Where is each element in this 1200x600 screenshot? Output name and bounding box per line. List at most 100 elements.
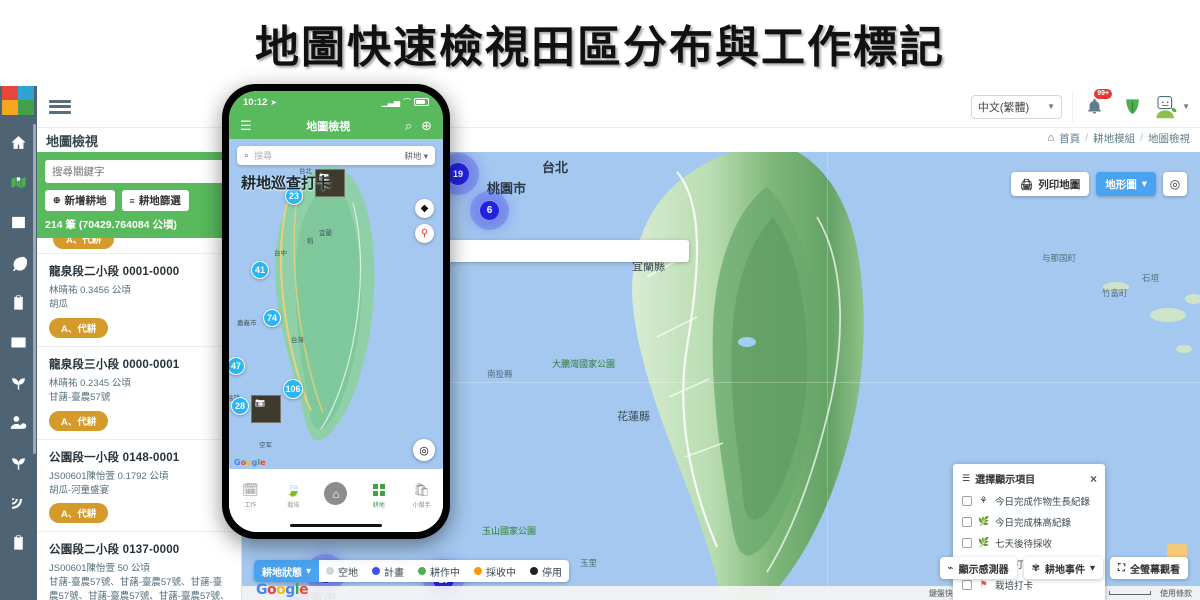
phone-map-label: 稻 — [307, 238, 314, 245]
phone-overlay-title: 耕地巡查打卡 — [241, 175, 332, 192]
land-list[interactable]: A、代耕 龍泉段二小段 0001-0000 林晴祐 0.3456 公頃 胡瓜 A… — [37, 238, 241, 600]
phone-search-placeholder: 搜尋 — [254, 151, 273, 161]
phone-locate-button[interactable]: ◎ — [413, 439, 435, 461]
breadcrumb-item-1[interactable]: 耕地模組 — [1093, 131, 1135, 146]
filter-land-button[interactable]: ≡ 耕地篩選 — [121, 190, 189, 211]
status-legend-item[interactable]: 空地 — [319, 564, 365, 579]
terms-link[interactable]: 使用條款 — [1160, 588, 1192, 599]
chevron-down-icon: ▼ — [1182, 102, 1190, 111]
sidebar-item-reports[interactable] — [0, 522, 37, 562]
land-list-panel: ⊕ 新增耕地 ≡ 耕地篩選 214 筆 (70429.764084 公頃) A、… — [37, 152, 242, 600]
land-status-label: 耕地狀態 — [262, 567, 302, 579]
list-item-partial[interactable]: A、代耕 — [37, 238, 241, 254]
status-dot — [372, 567, 381, 575]
phone-cluster-marker[interactable]: 47 — [229, 357, 245, 375]
land-title: 龍泉段二小段 0001-0000 — [49, 266, 180, 278]
legend-checkbox[interactable] — [962, 537, 972, 548]
land-status-button[interactable]: 耕地狀態 ▾ — [254, 560, 320, 582]
map-tools: 🖨 列印地圖 地形圖 ▾ ◎ — [1010, 172, 1187, 196]
sidebar-scrollbar[interactable] — [33, 124, 36, 454]
land-events-button[interactable]: ✾ 耕地事件 ▾ — [1023, 557, 1103, 579]
map-label: 玉里 — [580, 558, 598, 568]
legend-rows: ⚘今日完成作物生長紀錄🌿今日完成株高紀錄🌿七天後待採收◉耕地打卡⚑栽培打卡 — [962, 490, 1097, 595]
fullscreen-label: 全螢幕觀看 — [1130, 564, 1180, 576]
close-icon[interactable]: × — [1090, 473, 1097, 485]
sidebar-item-crop[interactable] — [0, 242, 37, 282]
map-label: 石垣 — [1142, 273, 1160, 283]
map-cluster-marker[interactable]: 6 — [479, 200, 500, 221]
sidebar-item-list[interactable] — [0, 202, 37, 242]
legend-row[interactable]: 🌿 七天後待採收 — [962, 532, 1097, 553]
notifications-button[interactable]: 99+ — [1072, 88, 1116, 122]
legend-checkbox[interactable] — [962, 579, 972, 590]
layers-icon: ☰ — [962, 473, 971, 483]
search-icon[interactable]: ⌕ — [405, 118, 412, 134]
language-value: 中文(繁體) — [977, 101, 1030, 114]
status-legend-item[interactable]: 停用 — [523, 564, 569, 579]
phone-tab-home[interactable]: ⌂ — [315, 482, 358, 508]
breadcrumb-item-0[interactable]: 首頁 — [1059, 131, 1080, 146]
legend-row[interactable]: ⚘ 今日完成作物生長紀錄 — [962, 490, 1097, 511]
sidebar-item-map[interactable] — [0, 162, 37, 202]
basemap-selector[interactable]: 地形圖 ▾ — [1096, 172, 1156, 196]
phone-layers-button[interactable]: ◆ — [415, 199, 434, 218]
sidebar-item-tasks[interactable] — [0, 282, 37, 322]
sidebar-item-seedling[interactable] — [0, 442, 37, 482]
sidebar-item-id-card[interactable] — [0, 322, 37, 362]
chevron-down-icon: ▾ — [306, 565, 312, 577]
land-owner: 林晴祐 0.3456 公頃 — [49, 285, 131, 296]
legend-checkbox[interactable] — [962, 495, 972, 506]
battery-icon — [414, 98, 429, 106]
sidebar-item-user-settings[interactable] — [0, 402, 37, 442]
hamburger-icon[interactable] — [37, 97, 83, 116]
phone-clock: 10:12 — [243, 96, 268, 108]
phone-cluster-marker[interactable]: 28 — [231, 397, 249, 415]
bell-icon — [1088, 98, 1101, 114]
land-owner: JS00601陳怡萱 50 公頃 — [49, 563, 150, 575]
locate-button[interactable]: ◎ — [1163, 172, 1187, 196]
phone-cluster-marker[interactable]: 74 — [263, 309, 281, 327]
map-label: 玉山國家公園 — [482, 526, 537, 536]
leaf-brand-icon[interactable] — [1116, 96, 1148, 117]
top-bar: 中文(繁體) ▼ 99+ ▼ — [37, 86, 1200, 128]
language-selector[interactable]: 中文(繁體) ▼ — [970, 94, 1063, 119]
land-crop: 甘藷-臺農57號、甘藷-臺農57號、甘藷-臺農57號、甘藷-臺農57號、甘藷-臺… — [49, 577, 230, 600]
map-label: 花蓮縣 — [617, 411, 650, 423]
add-circle-icon[interactable]: ⊕ — [421, 118, 432, 134]
sidebar-item-sensor[interactable] — [0, 482, 37, 522]
sidebar-item-planting[interactable] — [0, 362, 37, 402]
menu-icon[interactable]: ☰ — [240, 118, 252, 134]
list-item[interactable]: 公園段一小段 0148-0001 JS00601陳怡萱 0.1792 公頃 胡瓜… — [37, 440, 241, 533]
phone-photo-marker[interactable] — [251, 395, 281, 423]
phone-map[interactable]: ⌕ 搜尋 耕地 ▾ 耕地巡查打卡 ◆ ⚲ 新竹市台北宜 — [229, 139, 443, 469]
status-legend-item[interactable]: 採收中 — [467, 564, 523, 579]
phone-search-filter[interactable]: 耕地 ▾ — [404, 150, 428, 162]
phone-cluster-marker[interactable]: 106 — [283, 379, 303, 399]
phone-tab-planting[interactable]: 🍃 栽培 — [272, 482, 315, 510]
phone-tab-work[interactable]: 🗓 工作 — [229, 482, 272, 510]
phone-tab-land[interactable]: 耕地 — [357, 482, 400, 509]
search-input[interactable] — [45, 160, 233, 183]
phone-cluster-marker[interactable]: 41 — [251, 261, 269, 279]
sidebar-item-home[interactable] — [0, 122, 37, 162]
legend-checkbox[interactable] — [962, 516, 972, 527]
phone-search-bar[interactable]: ⌕ 搜尋 耕地 ▾ — [237, 146, 435, 165]
sprout-icon: ⚘ — [979, 495, 988, 505]
user-menu[interactable]: ▼ — [1148, 95, 1190, 119]
signal-icon: ▁▃▅ — [381, 97, 400, 107]
print-map-button[interactable]: 🖨 列印地圖 — [1010, 172, 1090, 196]
phone-pin-button[interactable]: ⚲ — [415, 224, 434, 243]
status-legend-item[interactable]: 計畫 — [365, 564, 411, 579]
status-legend-item[interactable]: 耕作中 — [411, 564, 467, 579]
legend-row[interactable]: 🌿 今日完成株高紀錄 — [962, 511, 1097, 532]
show-sensors-button[interactable]: ⌁ 顯示感測器 — [939, 557, 1017, 579]
list-item[interactable]: 公園段二小段 0137-0000 JS00601陳怡萱 50 公頃 甘藷-臺農5… — [37, 532, 241, 600]
phone-tab-assistant[interactable]: 🛍 小幫手 — [400, 482, 443, 510]
list-item[interactable]: 龍泉段二小段 0001-0000 林晴祐 0.3456 公頃 胡瓜 A、代耕 — [37, 254, 241, 347]
phone-search-filter-label: 耕地 — [404, 150, 422, 161]
app-logo — [2, 86, 34, 115]
status-label: 空地 — [338, 567, 359, 579]
list-item[interactable]: 龍泉段三小段 0000-0001 林晴祐 0.2345 公頃 甘藷-臺農57號 … — [37, 347, 241, 440]
add-land-button[interactable]: ⊕ 新增耕地 — [45, 190, 115, 211]
fullscreen-button[interactable]: ⛶ 全螢幕觀看 — [1110, 557, 1188, 579]
